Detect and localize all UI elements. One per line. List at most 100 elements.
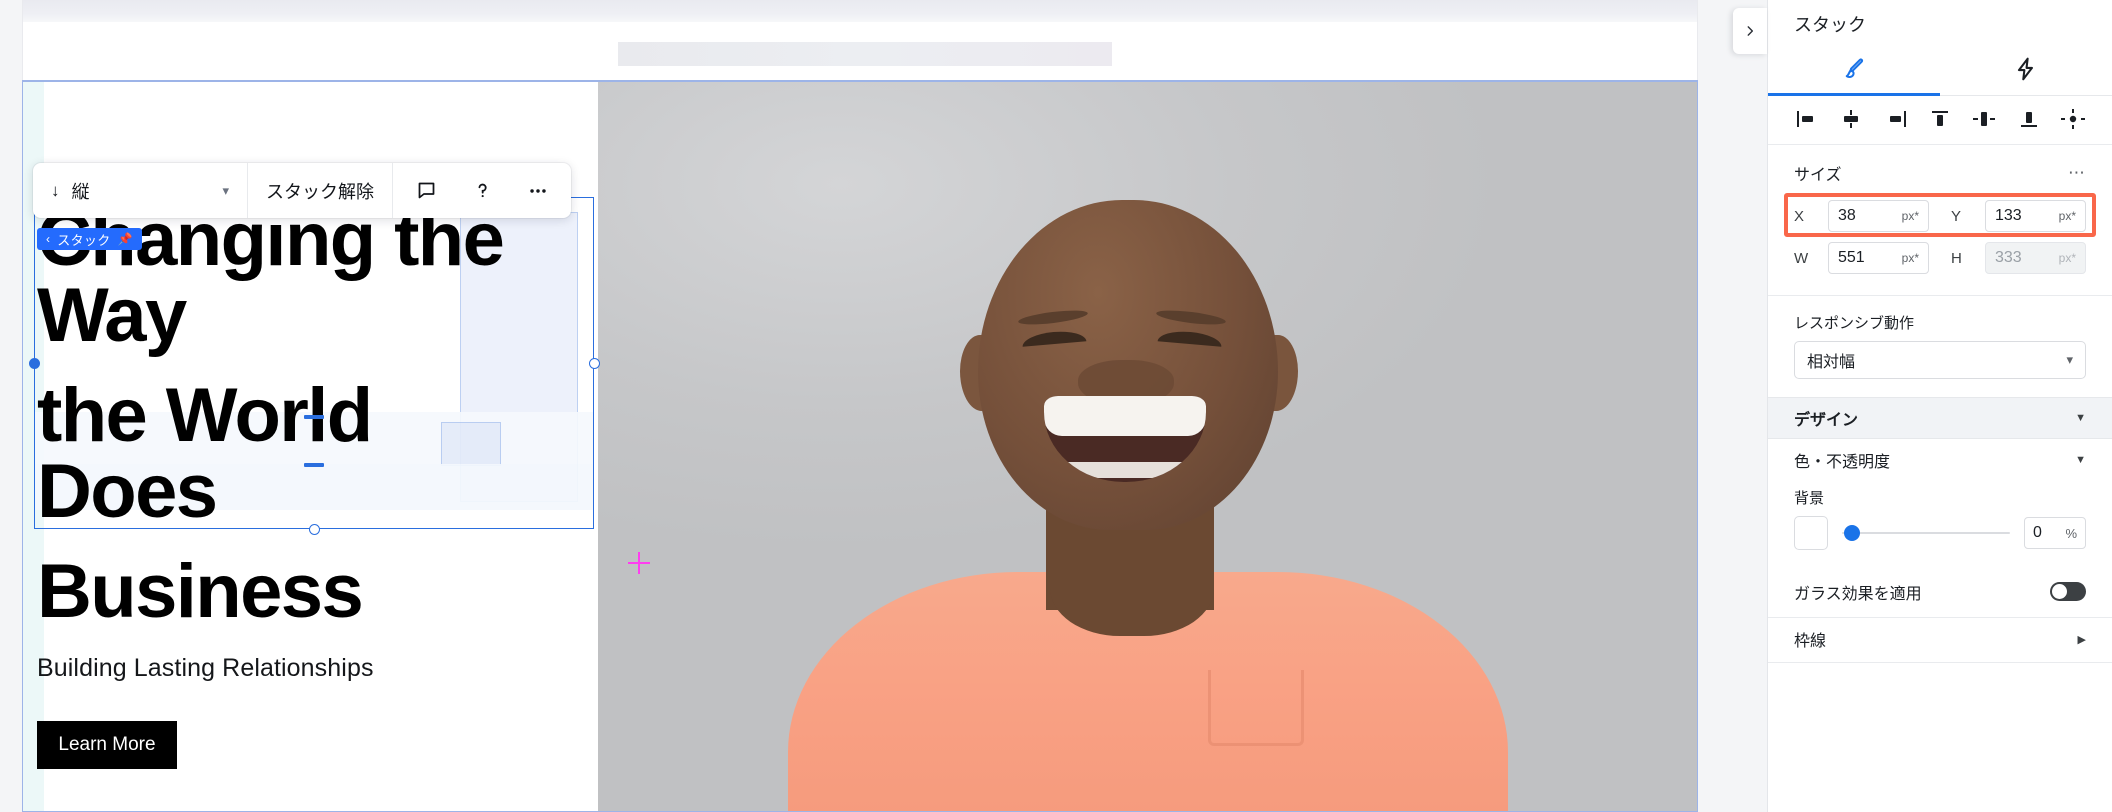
distribute-icon[interactable] <box>2060 108 2086 130</box>
triangle-down-icon: ▼ <box>2075 454 2086 466</box>
responsive-value: 相対幅 <box>1807 354 1856 371</box>
w-unit: px* <box>1901 251 1919 265</box>
y-input[interactable]: 133 px* <box>1985 200 2086 232</box>
panel-collapse-toggle[interactable] <box>1733 8 1767 54</box>
pin-icon[interactable]: 📌 <box>118 232 133 246</box>
frame-top-shade <box>23 0 1697 22</box>
color-opacity-label: 色・不透明度 <box>1794 454 1891 471</box>
y-label: Y <box>1951 207 1962 225</box>
align-center-vertical-icon[interactable] <box>1971 108 1997 130</box>
y-unit: px* <box>2058 209 2076 223</box>
ellipsis-icon[interactable]: ⋯ <box>2068 163 2086 183</box>
heading-line-1: Changing the Way <box>37 197 505 358</box>
h-field-group[interactable]: H 333 px* <box>1951 242 2086 274</box>
triangle-down-icon: ▼ <box>2075 412 2086 424</box>
stack-toolbar[interactable]: ↓ 縦 ▾ スタック解除 <box>33 163 571 218</box>
lightning-bolt-icon <box>2013 56 2039 87</box>
design-group-header[interactable]: デザイン ▼ <box>1768 397 2112 439</box>
hero-subtitle: Building Lasting Relationships <box>37 654 374 682</box>
comment-icon[interactable] <box>413 178 439 204</box>
size-section-label: サイズ <box>1794 167 1842 184</box>
ellipsis-icon[interactable] <box>525 178 551 204</box>
align-right-icon[interactable] <box>1883 108 1909 130</box>
hero-text-stack[interactable]: Changing the Way the World Does Business… <box>35 202 595 769</box>
w-value: 551 <box>1838 249 1865 266</box>
tab-design[interactable] <box>1768 48 1940 96</box>
learn-more-button[interactable]: Learn More <box>37 721 177 769</box>
resize-handle-bottom-center[interactable] <box>309 524 320 535</box>
align-left-icon[interactable] <box>1794 108 1820 130</box>
size-row-dimensions[interactable]: W 551 px* H 333 px* <box>1794 237 2086 279</box>
spacing-indicator-bottom <box>304 463 324 467</box>
tab-interactions[interactable] <box>1940 48 2112 95</box>
chevron-down-icon: ▾ <box>2066 352 2073 367</box>
opacity-slider[interactable] <box>1842 524 2010 542</box>
alignment-toolbar[interactable] <box>1768 96 2112 145</box>
direction-label: 縦 <box>71 181 90 202</box>
x-unit: px* <box>1901 209 1919 223</box>
triangle-right-icon: ▶ <box>2077 633 2086 646</box>
h-unit: px* <box>2058 251 2076 265</box>
heading-line-3: Business <box>37 549 364 634</box>
border-label: 枠線 <box>1794 633 1827 650</box>
toolbar-unstack-group[interactable]: スタック解除 <box>248 163 393 218</box>
border-row[interactable]: 枠線 ▶ <box>1768 618 2112 660</box>
x-field-group[interactable]: X 38 px* <box>1794 200 1929 232</box>
question-mark-icon[interactable] <box>469 178 495 204</box>
w-field-group[interactable]: W 551 px* <box>1794 242 1929 274</box>
glass-effect-row[interactable]: ガラス効果を適用 <box>1768 566 2112 618</box>
opacity-input[interactable]: 0 % <box>2024 517 2086 549</box>
glass-effect-label: ガラス効果を適用 <box>1794 585 1922 603</box>
spacing-indicator-top <box>304 415 324 419</box>
y-value: 133 <box>1995 207 2022 224</box>
chevron-left-icon: ‹ <box>46 232 51 246</box>
toolbar-icon-group[interactable] <box>393 163 571 218</box>
resize-handle-left-middle[interactable] <box>29 358 40 369</box>
x-value: 38 <box>1838 207 1856 224</box>
direction-dropdown[interactable]: ↓ 縦 ▾ <box>51 178 229 204</box>
w-input[interactable]: 551 px* <box>1828 242 1929 274</box>
paintbrush-icon <box>1841 56 1867 87</box>
align-center-horizontal-icon[interactable] <box>1838 108 1864 130</box>
background-controls[interactable]: 0 % <box>1768 514 2112 566</box>
opacity-value: 0 <box>2033 524 2042 541</box>
preview-frame-chrome <box>22 0 1698 80</box>
placeholder-bar <box>618 42 1112 66</box>
h-label: H <box>1951 249 1962 267</box>
panel-title: スタック <box>1794 15 1866 35</box>
stack-badge-label: スタック <box>57 232 111 248</box>
glass-effect-toggle[interactable] <box>2050 582 2086 601</box>
toggle-knob <box>2052 584 2067 599</box>
toolbar-direction-group[interactable]: ↓ 縦 ▾ <box>33 163 248 218</box>
arrow-down-icon: ↓ <box>51 181 60 200</box>
resize-handle-right-middle[interactable] <box>589 358 600 369</box>
opacity-unit: % <box>2065 525 2077 541</box>
x-label: X <box>1794 207 1805 225</box>
opacity-slider-track <box>1842 532 2010 534</box>
hero-photo[interactable] <box>598 82 1697 811</box>
responsive-select-wrap[interactable]: 相対幅 ▾ <box>1768 341 2112 397</box>
y-field-group[interactable]: Y 133 px* <box>1951 200 2086 232</box>
canvas-workspace[interactable]: Changing the Way the World Does Business… <box>0 0 1767 812</box>
w-label: W <box>1794 249 1809 267</box>
design-group-label: デザイン <box>1794 412 1859 429</box>
size-row-position[interactable]: X 38 px* Y 133 px* <box>1794 195 2086 237</box>
person-illustration <box>778 200 1538 811</box>
stack-badge[interactable]: ‹ スタック 📌 <box>37 228 142 250</box>
chevron-down-icon: ▾ <box>222 182 229 198</box>
divider-border <box>1768 662 2112 663</box>
heading-line-2: the World Does <box>37 373 373 534</box>
x-input[interactable]: 38 px* <box>1828 200 1929 232</box>
unstack-button[interactable]: スタック解除 <box>266 178 374 204</box>
opacity-slider-knob[interactable] <box>1844 525 1860 541</box>
align-top-icon[interactable] <box>1927 108 1953 130</box>
responsive-label: レスポンシブ動作 <box>1794 315 1915 332</box>
responsive-select[interactable]: 相対幅 ▾ <box>1794 341 2086 379</box>
panel-tabs[interactable] <box>1768 48 2112 96</box>
align-bottom-icon[interactable] <box>2016 108 2042 130</box>
properties-panel[interactable]: スタック サイズ ⋯ X 38 px* Y 133 px* W 551 px* … <box>1767 0 2112 812</box>
background-color-swatch[interactable] <box>1794 516 1828 550</box>
hero-heading: Changing the Way the World Does Business <box>35 202 555 630</box>
size-fields[interactable]: X 38 px* Y 133 px* W 551 px* H 333 px* <box>1768 193 2112 293</box>
color-opacity-header[interactable]: 色・不透明度 ▼ <box>1768 439 2112 481</box>
